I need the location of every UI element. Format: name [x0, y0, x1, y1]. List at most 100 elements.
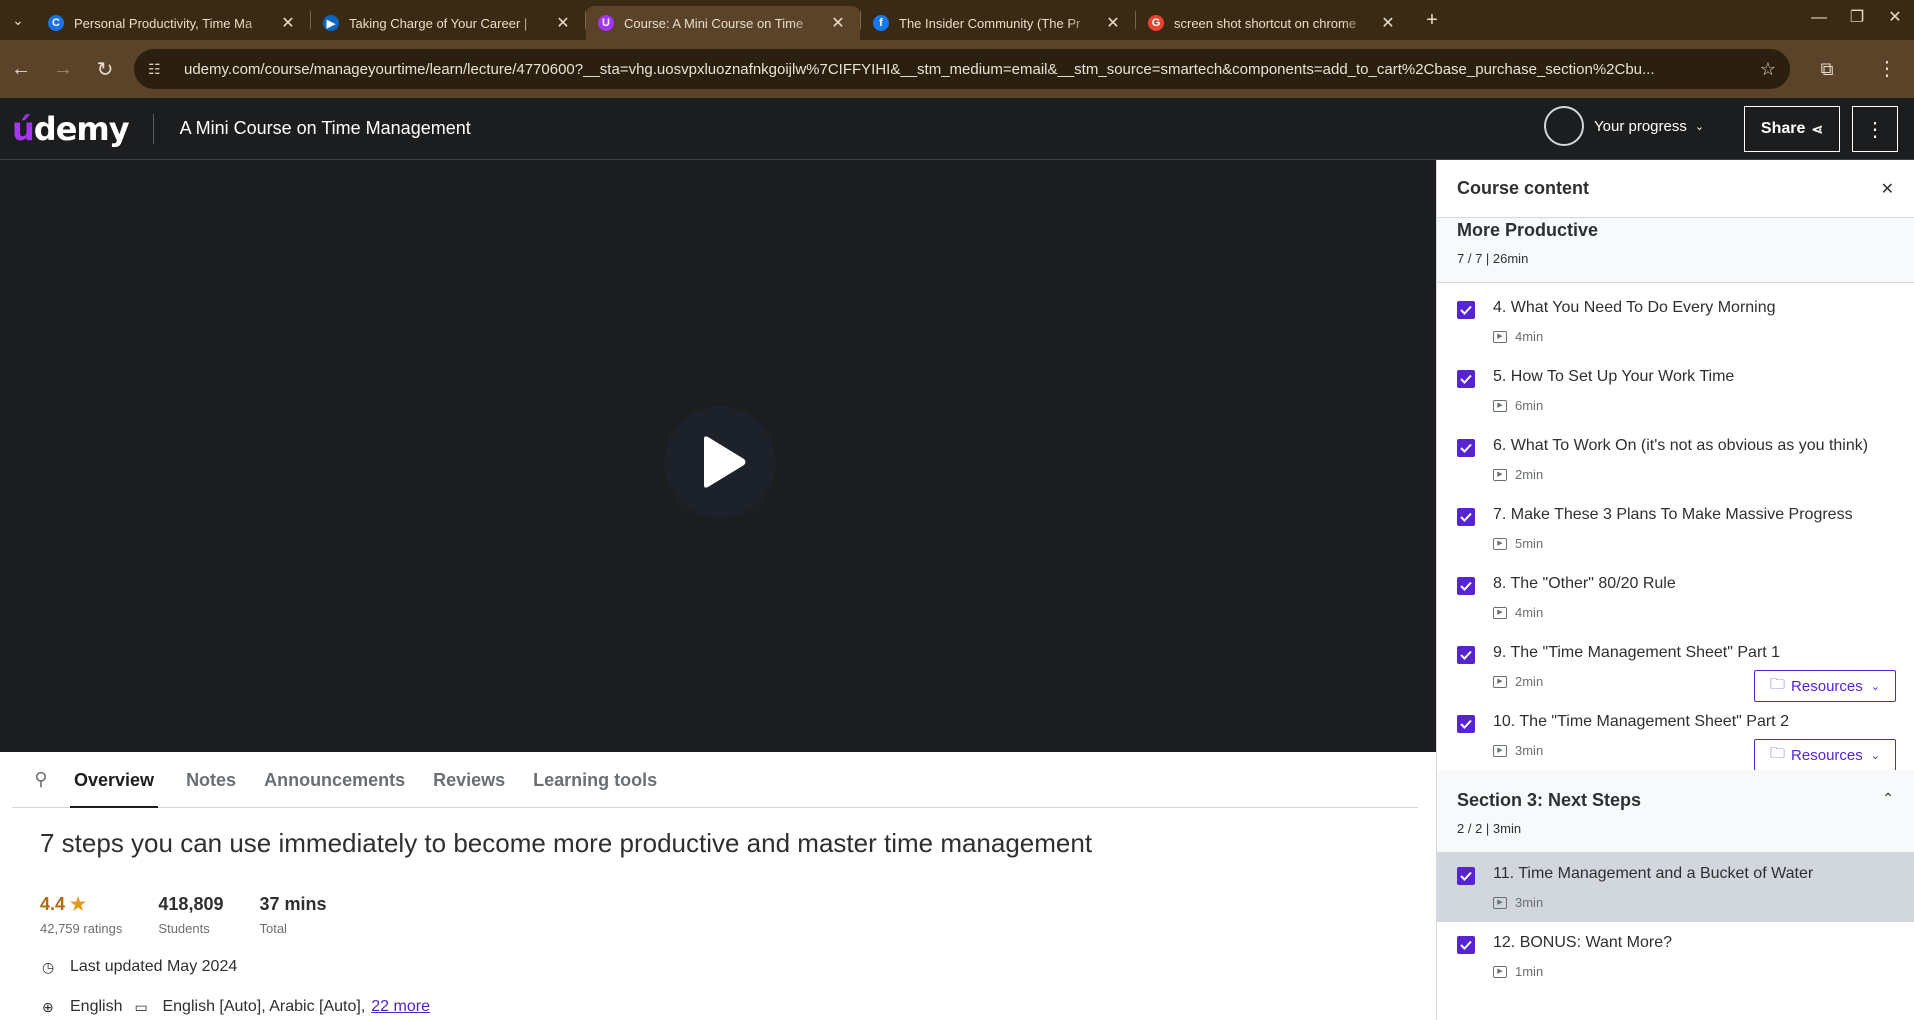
tab-overview[interactable]: Overview — [70, 752, 159, 808]
lecture-item[interactable]: 10. The "Time Management Sheet" Part 2 ▶ 3… — [1437, 701, 1914, 771]
tab-title: Course: A Mini Course on Time — [624, 15, 804, 31]
rating-count: 42,759 ratings — [40, 921, 123, 936]
lecture-item[interactable]: 4. What You Need To Do Every Morning ▶ 4mi… — [1437, 287, 1914, 356]
tab-search-icon[interactable]: ⌄ — [0, 0, 36, 40]
maximize-icon[interactable]: ❐ — [1838, 0, 1876, 40]
play-button[interactable] — [664, 406, 776, 518]
video-icon: ▶ — [1493, 468, 1507, 481]
search-icon[interactable]: ⚲ — [12, 769, 70, 790]
section-header[interactable]: More Productive 7 / 7 | 26min — [1437, 218, 1914, 283]
new-tab-button[interactable]: + — [1414, 9, 1450, 32]
video-icon: ▶ — [1493, 744, 1507, 757]
window-controls: — ❐ ✕ — [1800, 0, 1914, 40]
course-content-sidebar: Course content ✕ More Productive 7 / 7 |… — [1436, 160, 1914, 1020]
progress-dropdown[interactable]: Your progress ⌄ — [1544, 106, 1704, 146]
reload-icon[interactable]: ↻ — [84, 49, 126, 89]
browser-tab[interactable]: C Personal Productivity, Time Ma ✕ — [36, 6, 310, 40]
share-button[interactable]: Share ⋖ — [1744, 106, 1840, 152]
lecture-title: 9. The "Time Management Sheet" Part 1 — [1493, 644, 1781, 661]
close-tab-icon[interactable]: ✕ — [828, 13, 848, 33]
tab-announcements[interactable]: Announcements — [264, 752, 405, 808]
chevron-down-icon: ⌄ — [1870, 749, 1880, 762]
clock-icon: ◷ — [42, 958, 55, 975]
close-tab-icon[interactable]: ✕ — [278, 13, 298, 33]
url-text: udemy.com/course/manageyourtime/learn/le… — [184, 60, 1655, 78]
section-title: Section 3: Next Steps — [1457, 790, 1642, 810]
lecture-checkbox[interactable] — [1457, 867, 1475, 885]
lecture-item[interactable]: 12. BONUS: Want More? ▶ 1min — [1437, 922, 1914, 991]
video-player[interactable] — [0, 160, 1436, 752]
play-icon — [704, 436, 746, 488]
close-tab-icon[interactable]: ✕ — [1103, 13, 1123, 33]
close-icon[interactable]: ✕ — [1881, 179, 1894, 199]
lecture-checkbox[interactable] — [1457, 646, 1475, 664]
duration-value: 37 mins — [259, 894, 327, 914]
lecture-item[interactable]: 7. Make These 3 Plans To Make Massive Pr… — [1437, 494, 1914, 563]
lecture-item[interactable]: 6. What To Work On (it's not as obvious … — [1437, 425, 1914, 494]
more-options-button[interactable]: ⋮ — [1852, 106, 1898, 152]
section-header[interactable]: Section 3: Next Steps 2 / 2 | 3min ⌃ — [1437, 770, 1914, 853]
forward-icon[interactable]: → — [42, 49, 84, 89]
bookmark-star-icon[interactable]: ☆ — [1760, 59, 1776, 80]
language-text: English — [70, 998, 123, 1015]
udemy-logo[interactable]: údemy — [12, 110, 130, 148]
lecture-item[interactable]: 8. The "Other" 80/20 Rule ▶ 4min — [1437, 563, 1914, 632]
back-icon[interactable]: ← — [0, 49, 42, 89]
course-title[interactable]: A Mini Course on Time Management — [180, 118, 471, 139]
browser-tab[interactable]: U Course: A Mini Course on Time ✕ — [586, 6, 860, 40]
resources-label: Resources — [1791, 746, 1863, 764]
students-stat: 418,809 Students — [158, 894, 223, 936]
tab-learning-tools[interactable]: Learning tools — [533, 752, 657, 808]
address-bar: ← → ↻ ☷ udemy.com/course/manageyourtime/… — [0, 40, 1914, 98]
captions-text: English [Auto], Arabic [Auto], — [162, 998, 366, 1015]
lecture-duration: 2min — [1515, 467, 1544, 482]
lecture-checkbox[interactable] — [1457, 936, 1475, 954]
share-icon: ⋖ — [1811, 120, 1824, 137]
browser-tab[interactable]: ▶ Taking Charge of Your Career | ✕ — [311, 6, 585, 40]
resources-button[interactable]: 🗀 Resources ⌄ — [1754, 670, 1896, 702]
close-tab-icon[interactable]: ✕ — [1378, 13, 1398, 33]
minimize-icon[interactable]: — — [1800, 0, 1838, 40]
tab-reviews[interactable]: Reviews — [433, 752, 505, 808]
video-icon: ▶ — [1493, 675, 1507, 688]
lecture-duration: 3min — [1515, 743, 1544, 758]
lecture-title: 6. What To Work On (it's not as obvious … — [1493, 437, 1869, 454]
browser-menu-icon[interactable]: ⋮ — [1872, 54, 1902, 84]
tab-notes[interactable]: Notes — [186, 752, 236, 808]
duration-stat: 37 mins Total — [259, 894, 326, 936]
video-icon: ▶ — [1493, 537, 1507, 550]
lecture-checkbox[interactable] — [1457, 715, 1475, 733]
lecture-item[interactable]: 11. Time Management and a Bucket of Wate… — [1437, 853, 1914, 922]
close-tab-icon[interactable]: ✕ — [553, 13, 573, 33]
last-updated-text: Last updated May 2024 — [70, 958, 238, 975]
section-meta: 7 / 7 | 26min — [1457, 251, 1529, 266]
lecture-checkbox[interactable] — [1457, 508, 1475, 526]
sidebar-header: Course content ✕ — [1437, 160, 1914, 218]
lecture-checkbox[interactable] — [1457, 301, 1475, 319]
favicon-icon: G — [1148, 15, 1164, 31]
lecture-item[interactable]: 5. How To Set Up Your Work Time ▶ 6min — [1437, 356, 1914, 425]
lecture-title: 7. Make These 3 Plans To Make Massive Pr… — [1493, 506, 1853, 523]
chevron-up-icon[interactable]: ⌃ — [1882, 790, 1894, 807]
url-field[interactable]: ☷ udemy.com/course/manageyourtime/learn/… — [134, 49, 1790, 89]
close-window-icon[interactable]: ✕ — [1876, 0, 1914, 40]
browser-tab[interactable]: Gscreen shot shortcut on chrome ✕ — [1136, 6, 1410, 40]
lecture-title: 5. How To Set Up Your Work Time — [1493, 368, 1735, 385]
favicon-icon: U — [598, 15, 614, 31]
lecture-duration: 4min — [1515, 329, 1544, 344]
lecture-item[interactable]: 9. The "Time Management Sheet" Part 1 ▶ 2m… — [1437, 632, 1914, 702]
lecture-duration: 5min — [1515, 536, 1544, 551]
captions-more-link[interactable]: 22 more — [371, 998, 430, 1016]
lecture-checkbox[interactable] — [1457, 370, 1475, 388]
browser-tab-bar: ⌄ C Personal Productivity, Time Ma ✕ ▶ Takin… — [0, 0, 1914, 40]
tab-title: Taking Charge of Your Career | — [349, 15, 528, 31]
course-stats: 4.4 ★ 42,759 ratings 418,809 Students 37… — [40, 894, 363, 936]
site-info-icon[interactable]: ☷ — [148, 61, 170, 78]
extensions-icon[interactable]: ⧉ — [1812, 54, 1842, 84]
resources-button[interactable]: 🗀 Resources ⌄ — [1754, 739, 1896, 771]
lecture-checkbox[interactable] — [1457, 439, 1475, 457]
browser-tab[interactable]: f The Insider Community (The Pr ✕ — [861, 6, 1135, 40]
lecture-checkbox[interactable] — [1457, 577, 1475, 595]
rating-value: 4.4 — [40, 894, 66, 914]
favicon-icon: ▶ — [323, 15, 339, 31]
